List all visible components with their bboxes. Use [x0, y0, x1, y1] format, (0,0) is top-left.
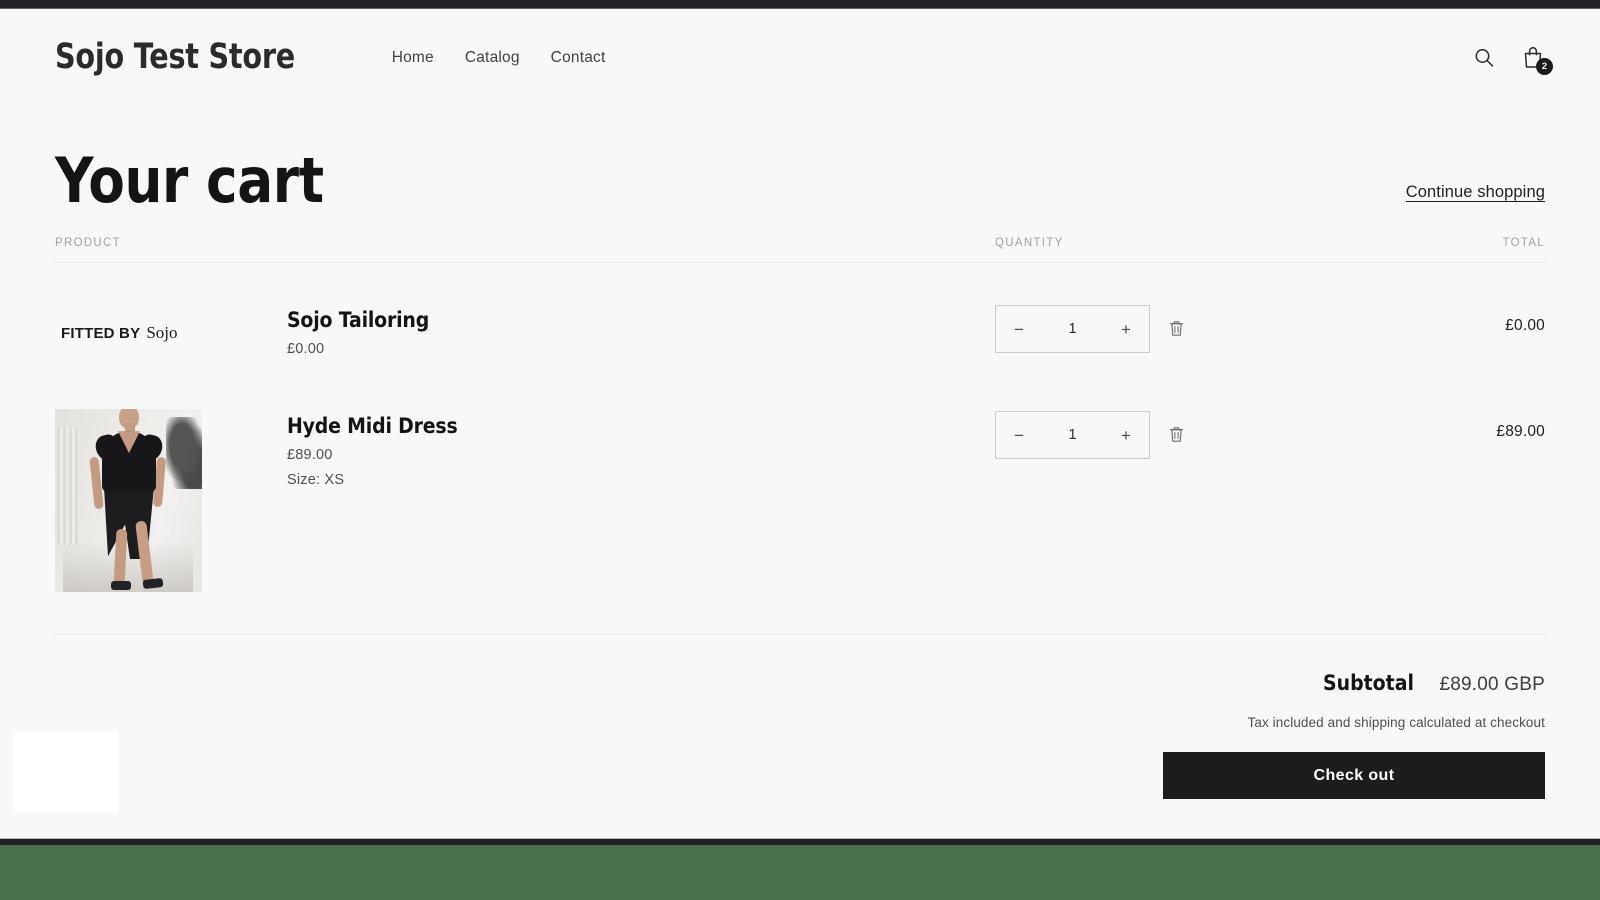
- quantity-value[interactable]: 1: [1042, 321, 1103, 337]
- quantity-decrease-button[interactable]: −: [996, 412, 1042, 458]
- nav-link-contact[interactable]: Contact: [551, 49, 606, 67]
- product-image[interactable]: [55, 409, 202, 593]
- cart-item-product-cell: Hyde Midi Dress £89.00 Size: XS: [55, 409, 995, 593]
- search-icon: [1473, 48, 1495, 72]
- cart-item-thumbnail-cell: [55, 409, 245, 593]
- desktop-background: [0, 845, 1600, 900]
- nav-link-home[interactable]: Home: [392, 49, 434, 67]
- store-page: Sojo Test Store Home Catalog Contact 2 Y…: [0, 9, 1600, 838]
- tax-shipping-note: Tax included and shipping calculated at …: [1247, 715, 1545, 731]
- cart-item-title[interactable]: Sojo Tailoring: [287, 308, 429, 332]
- subtotal-value: £89.00 GBP: [1439, 674, 1545, 696]
- quantity-stepper: − 1 +: [995, 305, 1150, 353]
- site-header: Sojo Test Store Home Catalog Contact 2: [0, 9, 1600, 104]
- cart-count-badge: 2: [1536, 58, 1553, 75]
- cart-table-header: PRODUCT QUANTITY TOTAL: [55, 237, 1545, 263]
- remove-item-button[interactable]: [1168, 319, 1185, 338]
- browser-top-bar: [0, 0, 1600, 9]
- quantity-increase-button[interactable]: +: [1103, 412, 1149, 458]
- trash-icon: [1168, 427, 1185, 447]
- trash-icon: [1168, 321, 1185, 341]
- cart-item-variant: Size: XS: [287, 472, 345, 489]
- cart-main: Your cart Continue shopping PRODUCT QUAN…: [0, 104, 1600, 800]
- table-row: Hyde Midi Dress £89.00 Size: XS − 1 + £8…: [55, 357, 1545, 593]
- page-title: Your cart: [55, 144, 324, 217]
- cart-header-row: Your cart Continue shopping: [55, 104, 1545, 212]
- photo-model-shoe-left: [111, 581, 131, 591]
- continue-shopping-link[interactable]: Continue shopping: [1406, 183, 1545, 212]
- header-actions: 2: [1473, 45, 1553, 75]
- checkout-button[interactable]: Check out: [1163, 752, 1545, 800]
- cart-button[interactable]: 2: [1521, 45, 1553, 75]
- cart-item-total: £0.00: [1505, 317, 1545, 334]
- quantity-increase-button[interactable]: +: [1103, 306, 1149, 352]
- cart-item-quantity-cell: − 1 +: [995, 303, 1365, 353]
- main-navigation: Home Catalog Contact: [392, 49, 606, 67]
- quantity-value[interactable]: 1: [1042, 427, 1103, 443]
- cart-item-title[interactable]: Hyde Midi Dress: [287, 414, 458, 438]
- sojo-brand-label: Sojo: [146, 323, 178, 342]
- cart-item-total: £89.00: [1496, 423, 1545, 441]
- store-logo[interactable]: Sojo Test Store: [55, 40, 295, 75]
- cart-item-product-cell: FITTED BY Sojo Sojo Tailoring £0.00: [55, 303, 995, 357]
- chat-widget-placeholder[interactable]: [13, 731, 118, 813]
- column-header-quantity: QUANTITY: [995, 237, 1064, 249]
- table-row: FITTED BY Sojo Sojo Tailoring £0.00 − 1 …: [55, 269, 1545, 357]
- cart-item-thumbnail-cell: FITTED BY Sojo: [55, 303, 245, 343]
- subtotal-row: Subtotal £89.00 GBP: [55, 671, 1545, 696]
- remove-item-button[interactable]: [1168, 425, 1185, 444]
- cart-item-price: £89.00: [287, 447, 333, 464]
- search-button[interactable]: [1473, 47, 1495, 69]
- fitted-by-sojo-badge: FITTED BY Sojo: [55, 323, 178, 343]
- column-header-total: TOTAL: [1502, 237, 1545, 249]
- column-header-product: PRODUCT: [55, 237, 121, 249]
- cart-item-quantity-cell: − 1 +: [995, 409, 1365, 460]
- quantity-stepper: − 1 +: [995, 411, 1150, 460]
- fitted-by-label: FITTED BY: [61, 325, 141, 342]
- cart-item-info: Hyde Midi Dress £89.00 Size: XS: [245, 409, 477, 488]
- nav-link-catalog[interactable]: Catalog: [465, 49, 520, 67]
- cart-item-price: £0.00: [287, 341, 325, 358]
- photo-radiator: [57, 427, 79, 546]
- cart-item-info: Sojo Tailoring £0.00: [245, 303, 445, 357]
- browser-bottom-bar: [0, 838, 1600, 845]
- subtotal-label: Subtotal: [1323, 671, 1415, 696]
- cart-totals: Subtotal £89.00 GBP Tax included and shi…: [55, 635, 1545, 800]
- cart-items-list: FITTED BY Sojo Sojo Tailoring £0.00 − 1 …: [55, 263, 1545, 593]
- quantity-decrease-button[interactable]: −: [996, 306, 1042, 352]
- photo-plant: [166, 417, 202, 490]
